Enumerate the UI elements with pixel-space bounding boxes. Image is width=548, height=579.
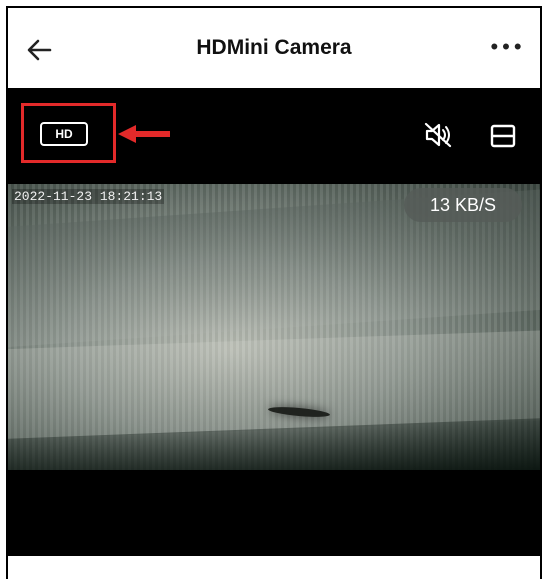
header-bar: HDMini Camera ••• <box>8 8 540 88</box>
page-title: HDMini Camera <box>196 36 352 59</box>
more-options-button[interactable]: ••• <box>488 36 528 62</box>
video-toolbar: HD <box>8 88 540 184</box>
bitrate-badge: 13 KB/S <box>404 188 522 222</box>
speaker-muted-icon <box>424 122 452 148</box>
app-frame: HDMini Camera ••• HD 2022-11-23 18:21:13… <box>6 6 542 579</box>
layout-toggle-button[interactable] <box>488 121 518 151</box>
more-dots-icon: ••• <box>490 34 526 59</box>
quality-hd-button[interactable]: HD <box>40 122 88 146</box>
video-bottom-letterbox <box>8 470 540 556</box>
layout-toggle-icon <box>490 124 516 148</box>
mute-button[interactable] <box>422 120 454 150</box>
pointer-arrow-icon <box>118 125 170 143</box>
camera-video-feed[interactable]: 2022-11-23 18:21:13 13 KB/S <box>8 184 540 470</box>
video-timestamp: 2022-11-23 18:21:13 <box>12 189 165 204</box>
page-bottom-area <box>8 556 540 579</box>
